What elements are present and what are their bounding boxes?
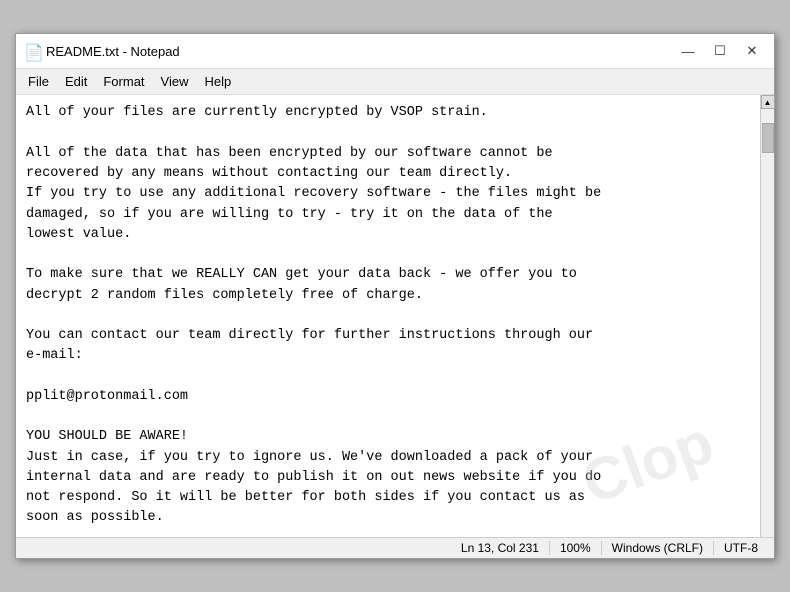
vertical-scrollbar[interactable]: ▲ <box>760 95 774 536</box>
window-title: README.txt - Notepad <box>46 44 180 59</box>
title-bar-left: 📄 README.txt - Notepad <box>24 43 180 59</box>
window-controls: — ☐ ✕ <box>674 40 766 62</box>
menu-help[interactable]: Help <box>196 71 239 92</box>
maximize-button[interactable]: ☐ <box>706 40 734 62</box>
zoom-level: 100% <box>550 541 602 555</box>
line-ending: Windows (CRLF) <box>602 541 714 555</box>
scroll-up-button[interactable]: ▲ <box>761 95 775 109</box>
cursor-position: Ln 13, Col 231 <box>451 541 550 555</box>
notepad-window: 📄 README.txt - Notepad — ☐ ✕ File Edit F… <box>15 33 775 558</box>
scrollbar-thumb[interactable] <box>762 123 774 153</box>
menu-file[interactable]: File <box>20 71 57 92</box>
status-bar-left <box>22 541 451 555</box>
encoding: UTF-8 <box>714 541 768 555</box>
app-icon: 📄 <box>24 43 40 59</box>
menu-bar: File Edit Format View Help <box>16 69 774 95</box>
text-editor[interactable]: All of your files are currently encrypte… <box>16 95 760 536</box>
status-bar-right: Ln 13, Col 231 100% Windows (CRLF) UTF-8 <box>451 541 768 555</box>
status-bar: Ln 13, Col 231 100% Windows (CRLF) UTF-8 <box>16 537 774 558</box>
editor-container: All of your files are currently encrypte… <box>16 95 774 536</box>
minimize-button[interactable]: — <box>674 40 702 62</box>
menu-edit[interactable]: Edit <box>57 71 95 92</box>
close-button[interactable]: ✕ <box>738 40 766 62</box>
title-bar: 📄 README.txt - Notepad — ☐ ✕ <box>16 34 774 69</box>
menu-format[interactable]: Format <box>95 71 152 92</box>
menu-view[interactable]: View <box>153 71 197 92</box>
